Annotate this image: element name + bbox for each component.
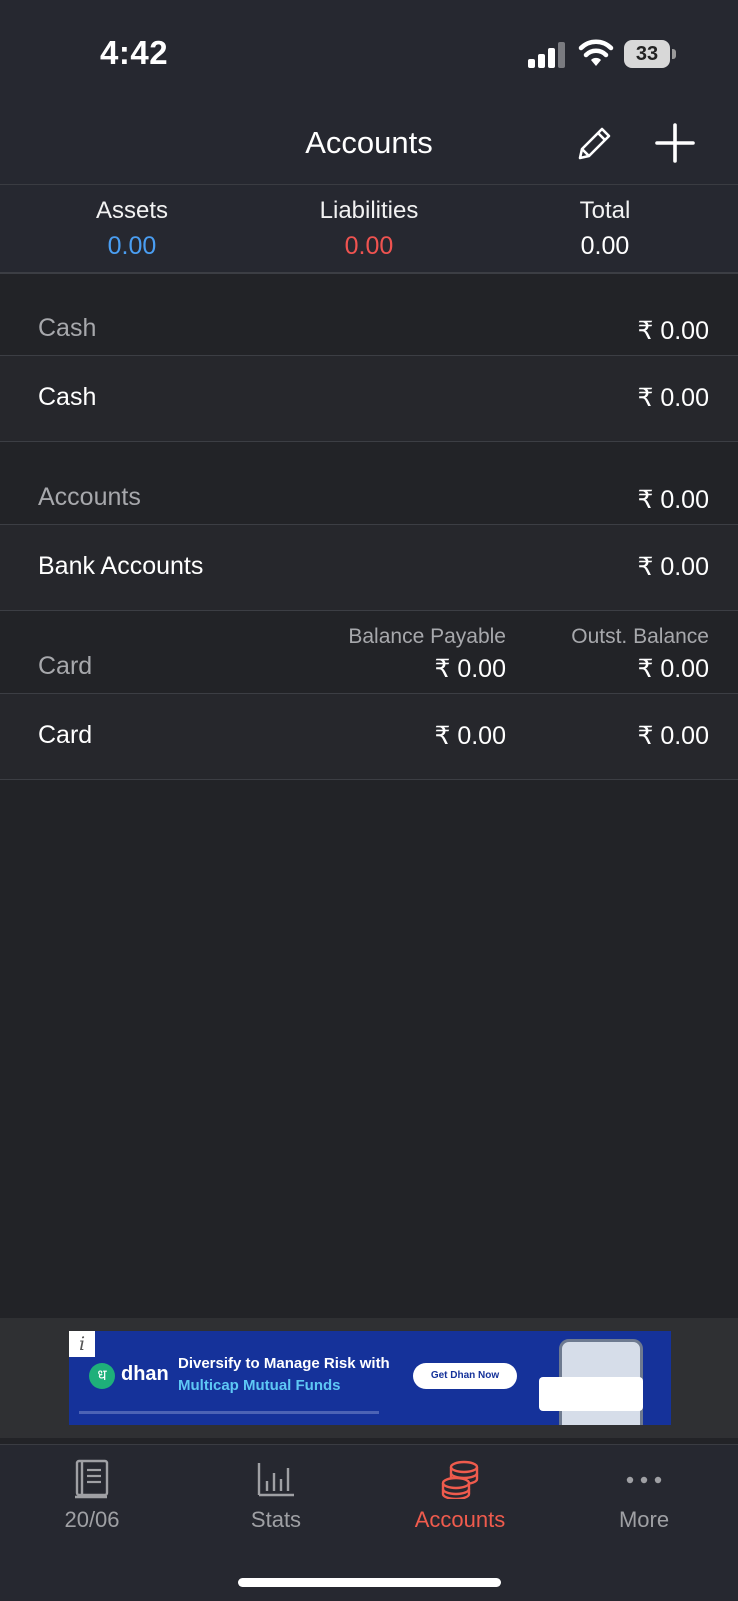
tab-accounts[interactable]: Accounts — [368, 1445, 552, 1555]
total-summary: Total 0.00 — [505, 197, 705, 261]
outstanding-balance-amount: ₹ 0.00 — [637, 655, 709, 683]
wifi-icon — [578, 39, 614, 66]
group-header-cash: Cash ₹ 0.00 — [0, 273, 738, 356]
total-value: 0.00 — [580, 232, 630, 260]
ad-brand: dhan — [121, 1363, 169, 1385]
summary-panel: Assets 0.00 Liabilities 0.00 Total 0.00 — [0, 185, 738, 274]
total-label: Total — [579, 197, 631, 224]
account-row-card[interactable]: Card ₹ 0.00 ₹ 0.00 — [0, 694, 738, 780]
liabilities-value: 0.00 — [344, 232, 394, 260]
more-dots-icon — [626, 1476, 662, 1484]
group-title: Cash — [38, 314, 97, 342]
card-illustration — [539, 1377, 643, 1411]
account-amount: ₹ 0.00 — [637, 553, 709, 581]
assets-value: 0.00 — [107, 232, 157, 260]
pencil-icon[interactable] — [572, 122, 616, 166]
ad-banner[interactable]: i ध dhan Diversify to Manage Risk with M… — [69, 1331, 671, 1425]
tab-label: Stats — [250, 1507, 302, 1532]
tab-daily[interactable]: 20/06 — [0, 1445, 184, 1555]
navigation-bar: Accounts — [0, 110, 738, 185]
plus-icon[interactable] — [652, 120, 698, 166]
group-header-card: Card Balance Payable ₹ 0.00 Outst. Balan… — [0, 611, 738, 694]
ad-subline: Multicap Mutual Funds — [178, 1377, 341, 1394]
group-title: Card — [38, 652, 93, 680]
group-header-accounts: Accounts ₹ 0.00 — [0, 442, 738, 525]
balance-payable-label: Balance Payable — [348, 625, 506, 648]
tab-more[interactable]: More — [552, 1445, 736, 1555]
assets-summary: Assets 0.00 — [32, 197, 232, 261]
group-amount: ₹ 0.00 — [637, 486, 709, 514]
tab-label: Accounts — [414, 1507, 506, 1532]
account-name: Cash — [38, 383, 97, 411]
account-row-cash[interactable]: Cash ₹ 0.00 — [0, 356, 738, 442]
ledger-book-icon — [75, 1459, 109, 1499]
page-title: Accounts — [305, 125, 433, 160]
ad-headline: Diversify to Manage Risk with — [178, 1355, 390, 1372]
battery-level: 33 — [624, 40, 670, 68]
battery-icon: 33 — [624, 40, 676, 68]
account-amount: ₹ 0.00 — [637, 384, 709, 412]
group-title: Accounts — [38, 483, 141, 511]
ad-info-icon[interactable]: i — [69, 1331, 95, 1357]
status-bar: 4:42 33 — [0, 0, 738, 110]
ad-cta-button[interactable]: Get Dhan Now — [413, 1363, 517, 1389]
liabilities-summary: Liabilities 0.00 — [269, 197, 469, 261]
coins-stack-icon — [441, 1460, 479, 1499]
home-indicator[interactable] — [238, 1578, 501, 1587]
account-name: Bank Accounts — [38, 552, 204, 580]
tab-stats[interactable]: Stats — [184, 1445, 368, 1555]
group-amount: ₹ 0.00 — [637, 317, 709, 345]
balance-payable-amount: ₹ 0.00 — [434, 655, 506, 683]
status-time: 4:42 — [100, 34, 169, 71]
assets-label: Assets — [95, 197, 169, 224]
tab-label: More — [618, 1507, 670, 1532]
ad-disclaimer — [79, 1411, 379, 1414]
account-name: Card — [38, 721, 93, 749]
balance-payable-value: ₹ 0.00 — [434, 722, 506, 750]
outstanding-balance-value: ₹ 0.00 — [637, 722, 709, 750]
tab-label: 20/06 — [64, 1507, 120, 1532]
outstanding-balance-label: Outst. Balance — [571, 625, 709, 648]
bar-chart-icon — [257, 1463, 294, 1497]
dhan-logo-icon: ध — [89, 1363, 115, 1389]
cellular-signal-icon — [528, 42, 565, 68]
account-row-bank-accounts[interactable]: Bank Accounts ₹ 0.00 — [0, 525, 738, 611]
liabilities-label: Liabilities — [319, 197, 419, 224]
